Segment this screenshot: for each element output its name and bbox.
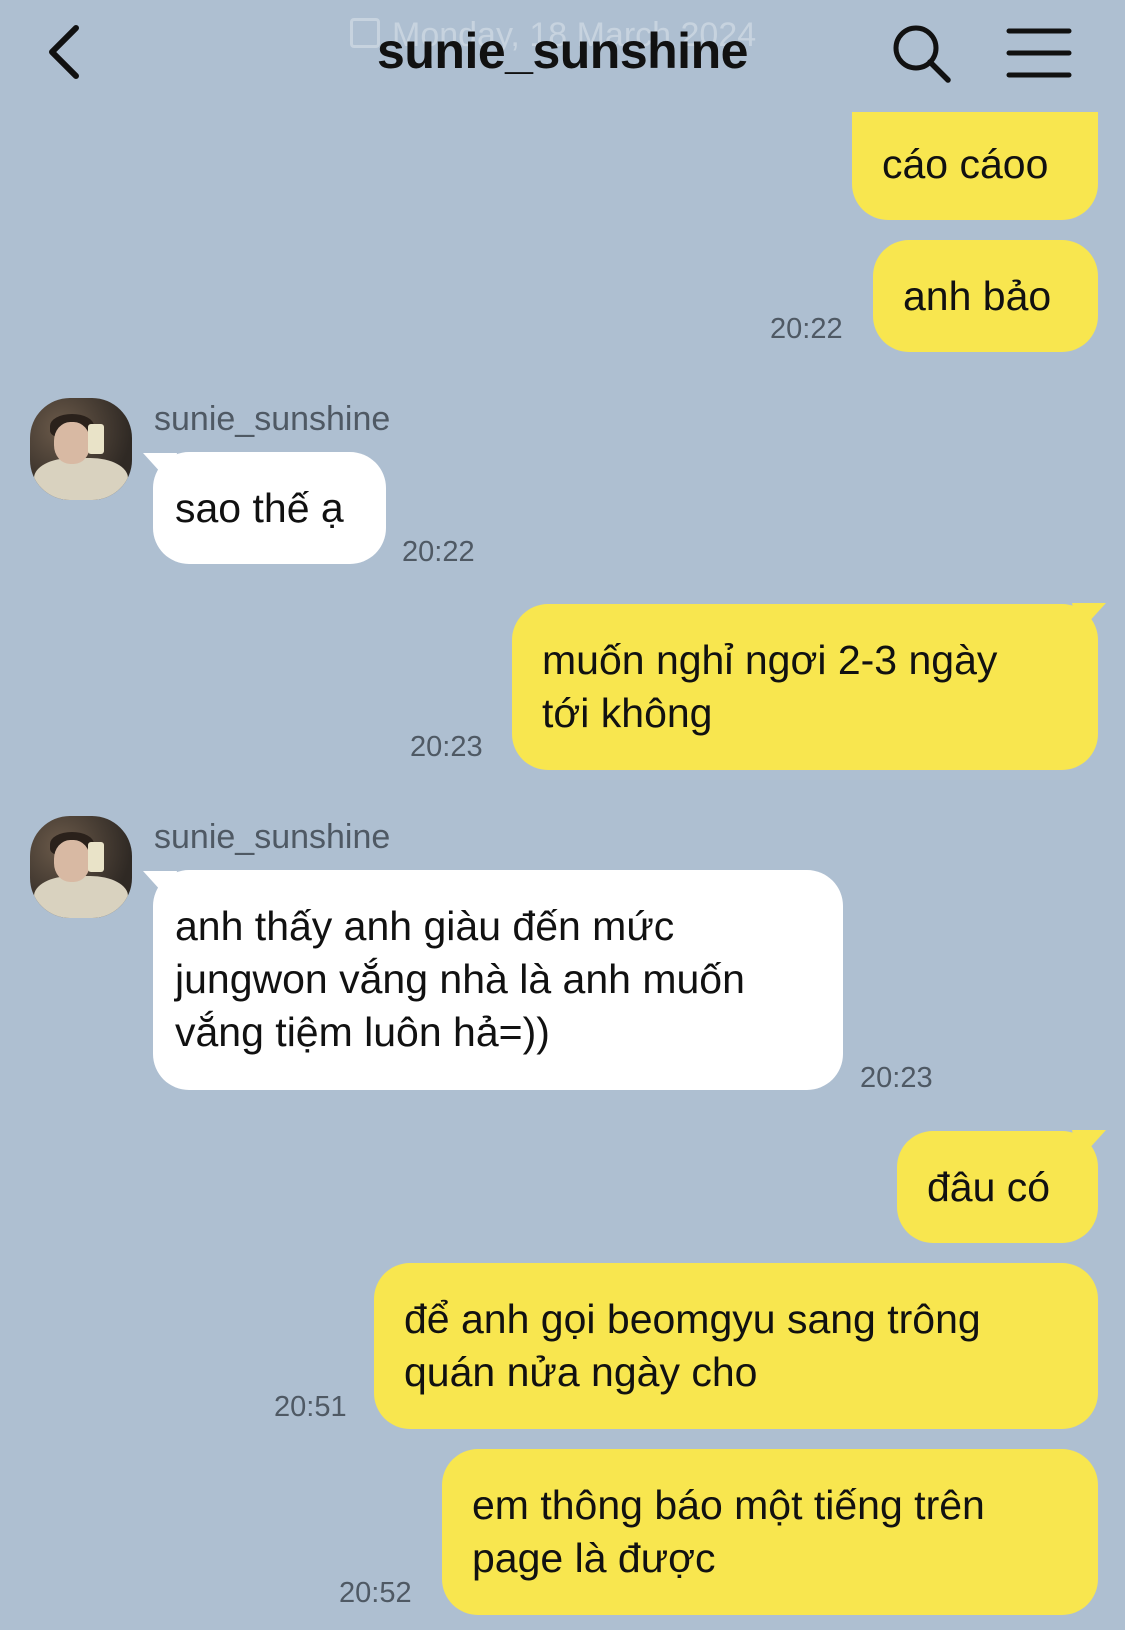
message-text: sao thế ạ <box>175 485 344 531</box>
message-timestamp: 20:51 <box>274 1391 347 1423</box>
chevron-left-icon <box>49 25 79 79</box>
message-text-line: tới không <box>542 690 713 736</box>
message-text-line: để anh gọi beomgyu sang trông <box>404 1296 981 1342</box>
message-text: anh bảo <box>903 273 1052 319</box>
message-text: đâu có <box>927 1164 1051 1210</box>
message-text-line: page là được <box>472 1535 716 1581</box>
message-timestamp: 20:23 <box>410 731 483 763</box>
chat-header: Monday, 18 March 2024 sunie_sunshine <box>0 0 1125 112</box>
message-bubble-outgoing[interactable]: muốn nghỉ ngơi 2-3 ngày tới không <box>512 604 1098 770</box>
message-text-line: em thông báo một tiếng trên <box>472 1482 985 1528</box>
message-timestamp: 20:52 <box>339 1577 412 1609</box>
contact-avatar[interactable] <box>30 816 132 918</box>
date-divider-ghost: Monday, 18 March 2024 <box>350 16 756 55</box>
message-text-line: vắng tiệm luôn hả=)) <box>175 1009 550 1055</box>
message-bubble-outgoing[interactable]: anh bảo <box>873 240 1098 352</box>
message-bubble-outgoing[interactable]: em thông báo một tiếng trên page là được <box>442 1449 1098 1615</box>
contact-avatar[interactable] <box>30 398 132 500</box>
calendar-icon <box>350 18 380 48</box>
message-text-line: quán nửa ngày cho <box>404 1349 758 1395</box>
message-timestamp: 20:22 <box>770 313 843 345</box>
search-icon <box>893 25 951 83</box>
message-text-line: muốn nghỉ ngơi 2-3 ngày <box>542 637 998 683</box>
search-button[interactable] <box>890 22 954 86</box>
message-bubble-incoming[interactable]: anh thấy anh giàu đến mức jungwon vắng n… <box>153 870 843 1090</box>
menu-button[interactable] <box>1006 24 1072 82</box>
sender-name: sunie_sunshine <box>154 818 391 856</box>
message-bubble-outgoing[interactable]: để anh gọi beomgyu sang trông quán nửa n… <box>374 1263 1098 1429</box>
message-text-line: anh thấy anh giàu đến mức <box>175 903 675 949</box>
message-bubble-incoming[interactable]: sao thế ạ <box>153 452 386 564</box>
date-divider-label: Monday, 18 March 2024 <box>392 16 757 54</box>
back-button[interactable] <box>40 22 100 82</box>
message-timestamp: 20:23 <box>860 1062 933 1094</box>
message-timestamp: 20:22 <box>402 536 475 568</box>
message-text-line: jungwon vắng nhà là anh muốn <box>175 956 745 1002</box>
sender-name: sunie_sunshine <box>154 400 391 438</box>
hamburger-menu-icon <box>1006 28 1072 78</box>
message-bubble-outgoing[interactable]: đâu có <box>897 1131 1098 1243</box>
message-bubble-outgoing[interactable]: cáo cáoo <box>852 96 1098 220</box>
message-text: cáo cáoo <box>882 141 1049 187</box>
